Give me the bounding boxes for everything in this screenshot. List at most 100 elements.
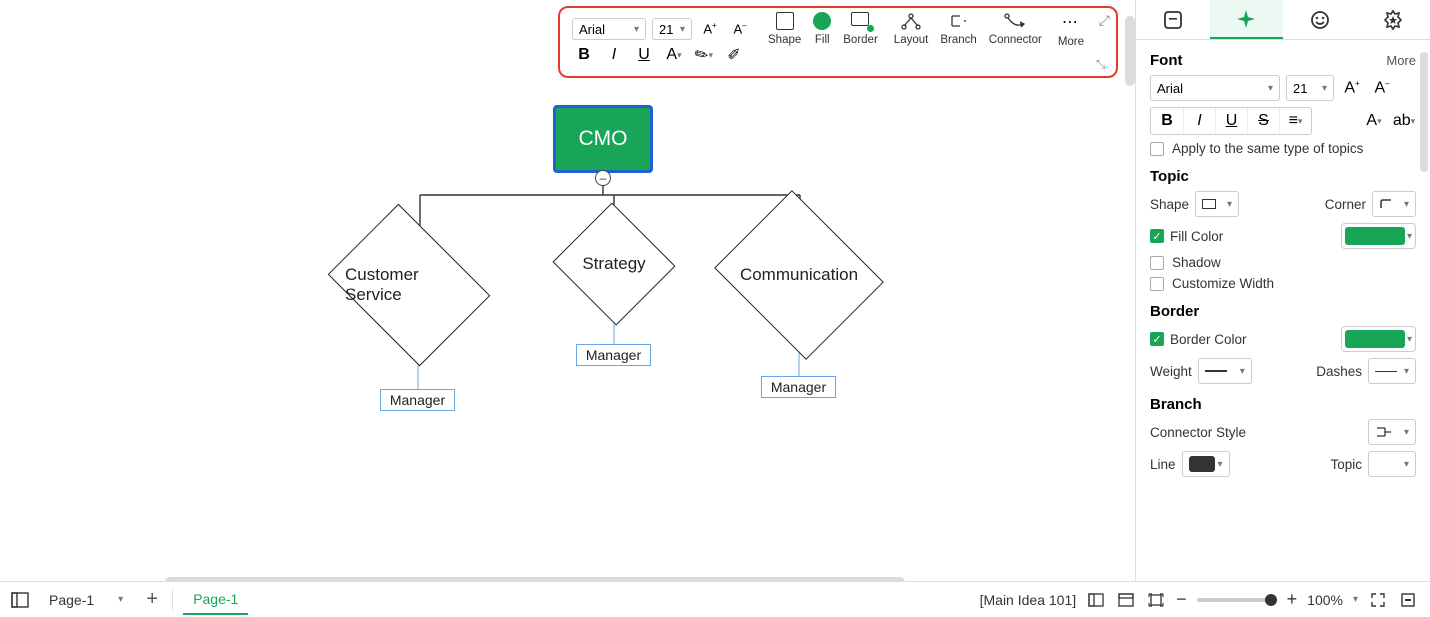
border-dashes-select[interactable]: ▾ <box>1368 358 1416 384</box>
node-root-label: CMO <box>579 127 628 151</box>
chevron-down-icon: ▾ <box>680 24 685 35</box>
shadow-label: Shadow <box>1172 255 1221 270</box>
chevron-down-icon: ▾ <box>1322 83 1327 94</box>
fill-color-label: Fill Color <box>1170 229 1223 244</box>
font-grow-icon[interactable]: A+ <box>698 18 722 40</box>
canvas[interactable]: CMO – Customer Service Strategy Communic… <box>0 0 1135 617</box>
line-color-select[interactable]: ▾ <box>1182 451 1230 477</box>
apply-same-label: Apply to the same type of topics <box>1172 141 1363 156</box>
border-group[interactable]: Border <box>837 12 884 72</box>
font-color-button[interactable]: A▾ <box>662 44 686 66</box>
topic-shape-select[interactable]: ▾ <box>1195 191 1239 217</box>
node-label: Manager <box>390 392 445 408</box>
connector-style-select[interactable]: ▾ <box>1368 419 1416 445</box>
italic-button-panel[interactable]: I <box>1183 108 1215 134</box>
font-shrink-icon[interactable]: A– <box>728 18 752 40</box>
line-swatch <box>1189 456 1215 472</box>
highlight-button[interactable]: ✎▾ <box>692 44 716 66</box>
node-manager-2[interactable]: Manager <box>576 344 651 366</box>
view-mode-2-icon[interactable] <box>1116 590 1136 610</box>
vertical-scrollbar[interactable] <box>1125 16 1135 86</box>
minimize-panel-icon[interactable] <box>1398 590 1418 610</box>
panel-tab-style[interactable] <box>1210 0 1284 39</box>
topic-corner-select[interactable]: ▾ <box>1372 191 1416 217</box>
underline-button-panel[interactable]: U <box>1215 108 1247 134</box>
border-color-checkbox[interactable] <box>1150 332 1164 346</box>
panel-tab-favorite[interactable] <box>1357 0 1430 39</box>
node-manager-1[interactable]: Manager <box>380 389 455 411</box>
branch-topic-select[interactable]: ▾ <box>1368 451 1416 477</box>
fullscreen-icon[interactable] <box>1368 590 1388 610</box>
underline-button[interactable]: U <box>632 44 656 66</box>
fill-label: Fill <box>815 34 830 46</box>
panel-tab-emoji[interactable] <box>1283 0 1357 39</box>
italic-button[interactable]: I <box>602 44 626 66</box>
more-icon: ⋯ <box>1062 12 1080 32</box>
panel-scrollbar[interactable] <box>1420 52 1428 172</box>
branch-group[interactable]: Branch <box>934 12 982 72</box>
font-grow-button[interactable]: A+ <box>1340 76 1364 100</box>
strike-button-panel[interactable]: S <box>1247 108 1279 134</box>
zoom-out-button[interactable]: − <box>1176 589 1187 610</box>
border-weight-select[interactable]: ▾ <box>1198 358 1252 384</box>
border-color-picker[interactable]: ▾ <box>1341 326 1416 352</box>
pin-icon[interactable]: ⤢ <box>1099 12 1110 29</box>
font-size-value: 21 <box>1293 81 1307 96</box>
border-color-label: Border Color <box>1170 332 1247 347</box>
text-case-button[interactable]: ab▾ <box>1392 109 1416 133</box>
corner-icon <box>1379 198 1393 210</box>
node-customer-service[interactable]: Customer Service <box>328 204 491 367</box>
fill-color-picker[interactable]: ▾ <box>1341 223 1416 249</box>
expand-toolbar-icon[interactable]: ⤡ <box>1096 57 1106 72</box>
font-size-select[interactable]: 21▾ <box>652 18 692 40</box>
page-tab-1[interactable]: Page-1 <box>183 585 248 615</box>
chevron-down-icon: ▾ <box>1407 231 1412 242</box>
node-label: Strategy <box>570 223 658 305</box>
border-swatch <box>1345 330 1405 348</box>
fill-group[interactable]: Fill <box>807 12 837 72</box>
zoom-in-button[interactable]: + <box>1287 589 1298 610</box>
customize-width-checkbox[interactable] <box>1150 277 1164 291</box>
zoom-value[interactable]: 100% <box>1307 592 1343 608</box>
fill-color-checkbox[interactable] <box>1150 229 1164 243</box>
border-icon <box>851 12 871 30</box>
zoom-slider[interactable] <box>1197 598 1277 602</box>
page-dropdown[interactable]: Page-1 ▾ <box>40 587 132 613</box>
shadow-checkbox[interactable] <box>1150 256 1164 270</box>
bold-button[interactable]: B <box>572 44 596 66</box>
view-mode-1-icon[interactable] <box>1086 590 1106 610</box>
align-button-panel[interactable]: ≡▾ <box>1279 108 1311 134</box>
node-communication[interactable]: Communication <box>714 190 884 360</box>
node-manager-3[interactable]: Manager <box>761 376 836 398</box>
fit-page-icon[interactable] <box>1146 590 1166 610</box>
chevron-down-icon: ▾ <box>1407 334 1412 345</box>
outline-toggle-icon[interactable] <box>10 590 30 610</box>
connector-label: Connector <box>989 34 1042 46</box>
collapse-handle[interactable]: – <box>595 170 611 186</box>
node-strategy[interactable]: Strategy <box>552 202 675 325</box>
node-label: Customer Service <box>345 236 473 334</box>
connector-icon <box>1003 12 1027 30</box>
customize-width-label: Customize Width <box>1172 276 1274 291</box>
font-color-button-panel[interactable]: A▾ <box>1362 109 1386 133</box>
more-group[interactable]: ⋯ More <box>1052 12 1090 72</box>
node-root[interactable]: CMO <box>553 105 653 173</box>
font-size-select-panel[interactable]: 21 ▾ <box>1286 75 1334 101</box>
panel-tab-page[interactable] <box>1136 0 1210 39</box>
branch-topic-label: Topic <box>1330 457 1362 472</box>
apply-same-checkbox[interactable] <box>1150 142 1164 156</box>
font-family-select[interactable]: Arial▾ <box>572 18 646 40</box>
font-family-select-panel[interactable]: Arial▾ <box>1150 75 1280 101</box>
bold-button-panel[interactable]: B <box>1151 108 1183 134</box>
font-more-link[interactable]: More <box>1386 53 1416 68</box>
shape-group[interactable]: Shape <box>762 12 807 72</box>
connector-style-icon <box>1375 426 1393 438</box>
clear-format-button[interactable]: ✐ <box>722 44 746 66</box>
add-page-button[interactable]: + <box>142 590 162 610</box>
layout-group[interactable]: Layout <box>888 12 935 72</box>
font-family-value: Arial <box>579 22 605 37</box>
font-shrink-button[interactable]: A– <box>1370 76 1394 100</box>
line-label: Line <box>1150 457 1176 472</box>
chevron-down-icon: ▾ <box>118 594 123 605</box>
connector-group[interactable]: Connector <box>983 12 1048 72</box>
